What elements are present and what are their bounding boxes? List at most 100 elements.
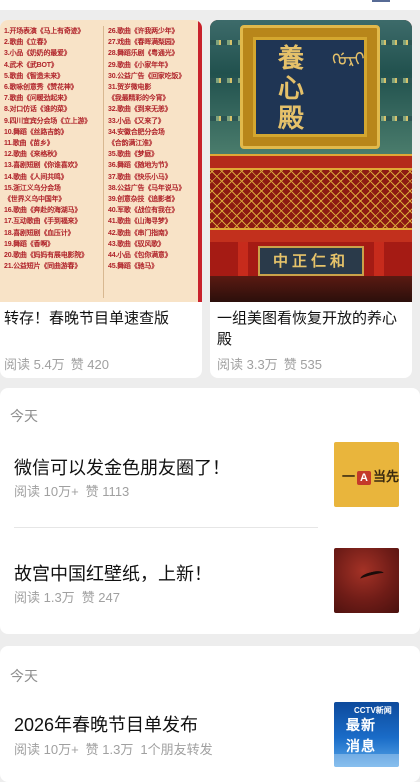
card-grid: 1.开场表演《马上有奇迹》 2.歌曲《立春》 3.小品《奶奶的最爱》 4.武术《武BO…	[0, 10, 420, 378]
thumb-logo-badge: A	[357, 471, 372, 485]
program-list-item: 21.公益短片《同曲游春》	[4, 263, 82, 271]
plaque-char: 殿	[278, 104, 305, 134]
program-list-item: 6.歌咏创意秀《赞花神》	[4, 84, 78, 92]
program-list-item: 34.安徽合肥分会场	[108, 128, 165, 136]
program-list-item: 12.歌曲《来格秋》	[4, 151, 61, 159]
program-list-item: 40.军歌《战位有我在》	[108, 207, 179, 215]
thumb-text-line1: 最新	[346, 717, 376, 733]
top-bar	[0, 0, 420, 10]
article-card-program-list[interactable]: 1.开场表演《马上有奇迹》 2.歌曲《立春》 3.小品《奶奶的最爱》 4.武术《武BO…	[0, 20, 202, 378]
article-section: 今天 微信可以发金色朋友圈了！ 阅读 10万+ 赞 1113 一 A 当先 故宫中国红…	[0, 388, 420, 634]
plaque-char: 心	[278, 74, 305, 104]
article-item-golden-moments[interactable]: 微信可以发金色朋友圈了！ 阅读 10万+ 赞 1113 一 A 当先	[0, 430, 420, 530]
program-list-item: 5.歌曲《智造未来》	[4, 72, 64, 80]
article-card-palace[interactable]: 養 心 殿 ᠬᡠᡵᡳ 中正仁和 一组美图看恢复开放的养心殿 阅读 3.3万赞 5…	[210, 20, 412, 378]
read-count: 阅读 5.4万	[4, 357, 65, 372]
program-list-item: 16.歌曲《奔赴的海湖马》	[4, 207, 82, 215]
article-title: 2026年春晚节目单发布	[14, 715, 199, 735]
program-list-item: 9.四川宜宾分会场《立上游》	[4, 117, 92, 125]
gate-beam	[210, 228, 412, 242]
section-date: 今天	[10, 668, 38, 684]
program-list-item: 33.小品《又来了》	[108, 117, 165, 125]
program-list-right-column: 26.歌曲《许我两少年》 27.戏曲《春晖满梨园》 28.舞蹈乐剧《粤通光》 29.歌…	[108, 26, 198, 272]
program-list-item: 17.互动歌曲《手到福来》	[4, 218, 82, 226]
program-list-item: 35.歌曲《梦庭》	[108, 151, 158, 159]
program-list-item: 30.公益广告《回家吃饭》	[108, 72, 186, 80]
card-meta: 阅读 5.4万赞 420	[4, 354, 109, 373]
program-list-item: 43.歌曲《驭风歌》	[108, 240, 165, 248]
article-thumbnail: CCTV新闻 最新 消息	[334, 702, 399, 767]
gate-doorway	[210, 276, 412, 302]
program-list-item: 《合韵满江淮》	[108, 140, 156, 148]
plaque-board: 養 心 殿 ᠬᡠᡵᡳ	[253, 37, 367, 137]
like-count: 赞 1113	[85, 484, 130, 499]
article-meta: 阅读 10万+ 赞 1113	[14, 481, 129, 500]
article-item-palace-wallpaper[interactable]: 故宫中国红壁纸，上新！ 阅读 1.3万赞 247	[0, 530, 420, 630]
program-list-item: 10.舞蹈《丝路吉韵》	[4, 128, 68, 136]
program-list-item: 37.歌曲《快乐小马》	[108, 173, 172, 181]
share-count: 1个朋友转发	[140, 742, 213, 757]
article-title: 微信可以发金色朋友圈了！	[14, 458, 230, 478]
like-count: 赞 535	[283, 357, 322, 372]
like-count: 赞 1.3万	[85, 742, 134, 757]
program-list-item: 19.舞蹈《香啊》	[4, 240, 54, 248]
program-list-left-column: 1.开场表演《马上有奇迹》 2.歌曲《立春》 3.小品《奶奶的最爱》 4.武术《武BO…	[4, 26, 98, 272]
program-list-item: 4.武术《武BOT》	[4, 61, 58, 69]
read-count: 阅读 1.3万	[14, 590, 75, 605]
like-count: 赞 420	[70, 357, 109, 372]
program-list-item: 44.小品《包你满意》	[108, 252, 172, 260]
program-list-item: 11.歌曲《苗乡》	[4, 140, 54, 148]
top-bar-action[interactable]	[372, 0, 390, 2]
article-item-gala-program[interactable]: 2026年春晚节目单发布 阅读 10万+ 赞 1.3万 1个朋友转发 CCTV新闻 …	[0, 690, 420, 782]
program-list-item: 29.歌曲《小家年年》	[108, 61, 172, 69]
program-list-item: 13.喜剧短剧《你谁喜欢》	[4, 162, 82, 170]
plaque-manchu-script: ᠬᡠᡵᡳ	[332, 49, 365, 70]
thumb-text-line2: 消息	[346, 738, 376, 754]
card-title: 转存！春晚节目单速查版	[4, 310, 170, 327]
program-list-item: 36.舞蹈《随地为节》	[108, 162, 172, 170]
article-thumbnail: 一 A 当先	[334, 442, 399, 507]
palace-lattice	[210, 170, 412, 228]
program-list-item: 27.戏曲《春晖满梨园》	[108, 39, 179, 47]
program-list-item: 《我最精彩的今宵》	[108, 95, 170, 103]
thumb-wave	[334, 754, 399, 767]
palace-photo: 養 心 殿 ᠬᡠᡵᡳ 中正仁和	[210, 20, 412, 302]
article-section: 今天 2026年春晚节目单发布 阅读 10万+ 赞 1.3万 1个朋友转发 CCTV…	[0, 646, 420, 782]
program-list-item: 26.歌曲《许我两少年》	[108, 28, 179, 35]
program-list-item: 8.对口仿话《谁的菜》	[4, 106, 71, 114]
article-thumbnail	[334, 548, 399, 613]
program-list-divider	[103, 26, 104, 298]
gate-sign: 中正仁和	[258, 246, 364, 276]
article-meta: 阅读 10万+ 赞 1.3万 1个朋友转发	[14, 739, 213, 758]
program-list-item: 45.舞蹈《驰马》	[108, 263, 158, 271]
program-list-item: 32.歌曲《到来无恙》	[108, 106, 172, 114]
card-title: 一组美图看恢复开放的养心殿	[217, 310, 398, 348]
program-list-item: 28.舞蹈乐剧《粤通光》	[108, 50, 179, 58]
card-meta: 阅读 3.3万赞 535	[217, 354, 322, 373]
article-meta: 阅读 1.3万赞 247	[14, 587, 120, 606]
program-list-item: 14.歌曲《人间共鸣》	[4, 173, 68, 181]
palace-roof: 養 心 殿 ᠬᡠᡵᡳ	[210, 20, 412, 154]
bird-silhouette	[359, 569, 385, 583]
program-list-item: 42.歌曲《串门指南》	[108, 229, 172, 237]
read-count: 阅读 10万+	[14, 484, 79, 499]
program-list-item: 《世界义乌中国年》	[4, 196, 66, 204]
like-count: 赞 247	[81, 590, 120, 605]
palace-plaque: 養 心 殿 ᠬᡠᡵᡳ	[240, 25, 380, 149]
program-list-item: 41.歌曲《山海寻梦》	[108, 218, 172, 226]
thumb-logo: 一 A 当先	[342, 469, 399, 485]
article-title: 故宫中国红壁纸，上新！	[14, 564, 212, 584]
divider	[14, 527, 318, 528]
program-list-item: 20.歌曲《妈妈有展电影院》	[4, 252, 88, 260]
read-count: 阅读 3.3万	[217, 357, 278, 372]
palace-beam	[210, 154, 412, 170]
program-list-item: 15.浙江义乌分会场	[4, 184, 61, 192]
program-list-item: 3.小品《奶奶的最爱》	[4, 50, 71, 58]
program-list-item: 7.歌曲《问暖劲起来》	[4, 95, 71, 103]
plaque-char: 養	[278, 44, 305, 74]
section-date: 今天	[10, 408, 38, 424]
program-list-item: 2.歌曲《立春》	[4, 39, 51, 47]
read-count: 阅读 10万+	[14, 742, 79, 757]
program-list-image: 1.开场表演《马上有奇迹》 2.歌曲《立春》 3.小品《奶奶的最爱》 4.武术《武BO…	[0, 20, 202, 302]
program-list-item: 38.公益广告《马年说马》	[108, 184, 186, 192]
